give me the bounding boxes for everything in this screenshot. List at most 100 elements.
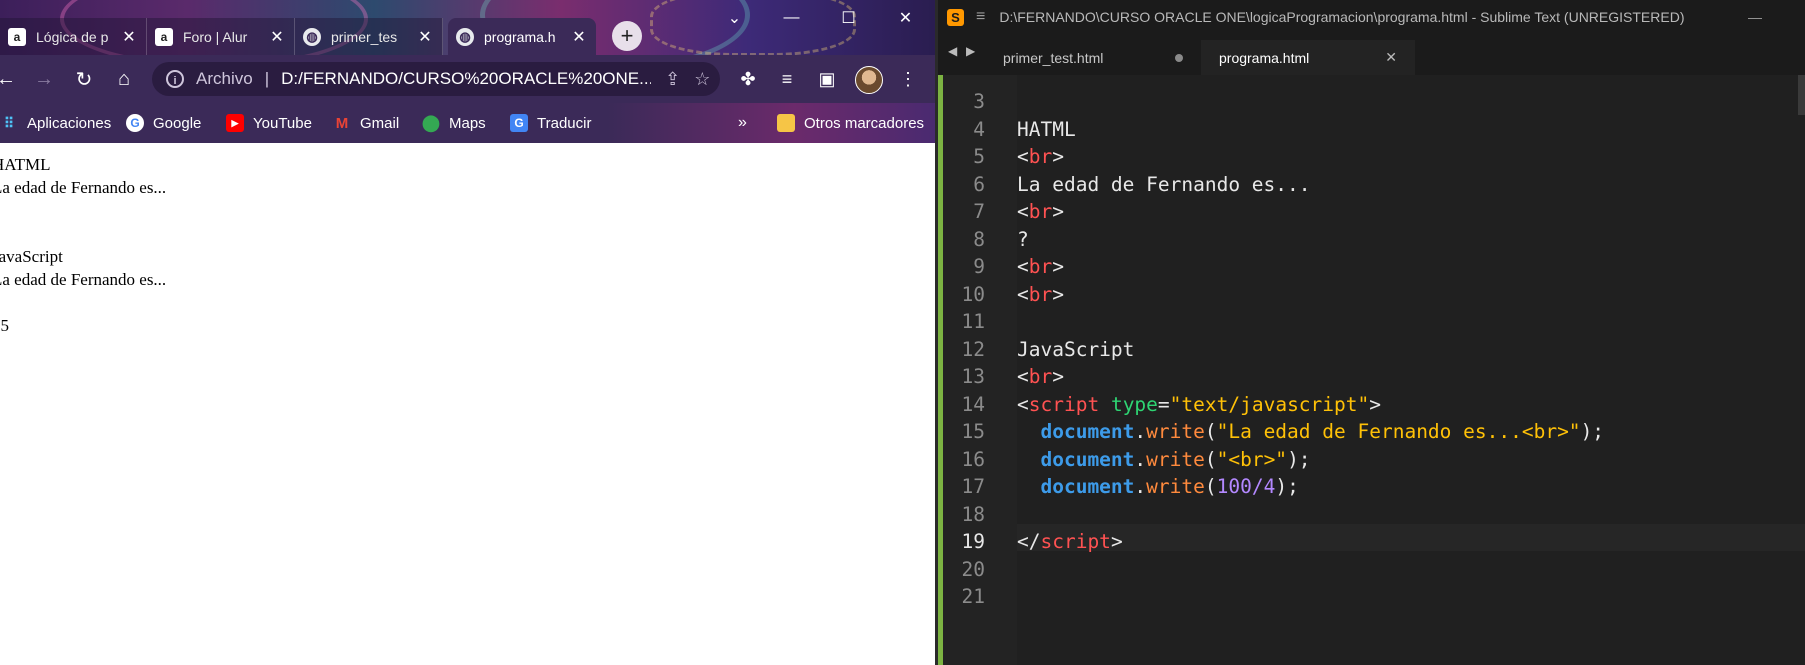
info-icon[interactable]: i [166,70,184,88]
bookmark-label: Gmail [360,114,400,132]
close-icon[interactable]: ✕ [268,27,286,47]
address-url[interactable]: D:/FERNANDO/CURSO%20ORACLE%20ONE... [281,69,651,89]
editor-tab-active[interactable]: programa.html ✕ [1201,40,1415,75]
editor-tab[interactable]: primer_test.html [985,40,1201,75]
code-line-current: </script> [1017,530,1123,553]
browser-tab[interactable]: a Lógica de p ✕ [0,18,147,55]
code-line: document.write(100/4); [1040,475,1299,498]
close-window-icon[interactable]: ✕ [877,0,934,35]
forward-arrow-icon[interactable]: → [30,65,58,93]
bookmark-maps[interactable]: ⬤ Maps [422,103,486,143]
bookmark-gmail[interactable]: M Gmail [333,103,399,143]
page-text-line: 25 [0,316,9,335]
bookmark-youtube[interactable]: ▶ YouTube [226,103,312,143]
address-scheme: Archivo [196,69,253,88]
editor-titlebar: S ≡ D:\FERNANDO\CURSO ORACLE ONE\logicaP… [938,0,1805,34]
code-string: "<br>" [1216,447,1288,471]
code-line: <br> [1017,255,1064,278]
page-text-line: HATML [0,155,51,174]
code-tag: br [1028,365,1053,388]
tab-scroll-right-icon[interactable]: ▶ [966,44,975,58]
unsaved-dot-icon[interactable] [1175,53,1183,62]
bookmark-label: YouTube [253,114,312,132]
page-text-line: La edad de Fernando es... [0,178,167,197]
cast-icon[interactable]: ▣ [814,66,840,92]
browser-tab[interactable]: ◍ primer_tes ✕ [295,18,443,55]
home-icon[interactable]: ⌂ [110,65,138,93]
code-line: <br> [1017,200,1064,223]
code-string: "La edad de Fernando es...<br>" [1216,420,1581,443]
bookmark-label: Google [153,114,202,132]
minimize-icon[interactable]: — [763,0,820,35]
line-number: 14 [961,392,985,416]
address-separator: | [264,69,270,88]
code-tag: br [1028,200,1053,223]
tab-title: Foro | Alur [183,28,248,45]
close-icon[interactable]: ✕ [416,27,434,47]
code-line: HATML [1017,116,1076,144]
line-number: 11 [961,310,985,333]
menu-dots-icon[interactable]: ⋮ [895,66,921,92]
bookmark-label: Traducir [537,114,592,132]
line-number-current: 19 [961,530,985,553]
apps-grid-icon: ⠿ [3,114,15,131]
reload-icon[interactable]: ↻ [70,65,98,93]
browser-window: a Lógica de p ✕ a Foro | Alur ✕ ◍ primer… [0,0,935,665]
bookmark-translate[interactable]: G Traducir [510,103,591,143]
line-number: 16 [961,447,985,471]
sublime-logo-icon: S [947,8,964,26]
line-number: 5 [973,145,985,168]
other-bookmarks[interactable]: Otros marcadores [777,103,924,143]
code-line: JavaScript [1017,336,1134,364]
browser-tab[interactable]: a Foro | Alur ✕ [147,18,295,55]
bookmark-google[interactable]: G Google [126,103,201,143]
extensions-icon[interactable]: ✤ [735,66,761,92]
page-content: HATML La edad de Fernando es... JavaScri… [0,143,935,665]
translate-icon: G [510,114,528,132]
alura-icon: a [8,27,26,46]
scrollbar[interactable] [1798,75,1805,115]
code-line: <script type="text/javascript"> [1017,392,1382,416]
new-tab-button[interactable]: + [612,21,642,51]
line-number: 15 [961,420,985,443]
close-icon[interactable]: ✕ [570,27,588,47]
media-queue-icon[interactable]: ≡ [774,66,800,92]
code-line: <br> [1017,282,1064,306]
close-icon[interactable]: ✕ [1385,49,1397,66]
code-function: write [1146,420,1205,443]
other-bookmarks-label: Otros marcadores [804,114,925,132]
bookmarks-overflow[interactable]: » [738,103,747,143]
tab-scroll-left-icon[interactable]: ◀ [948,44,957,58]
code-attribute: type [1110,392,1158,416]
hamburger-menu-icon[interactable]: ≡ [976,8,985,26]
tab-title: programa.h [484,28,556,45]
code-object: document [1040,447,1135,471]
globe-icon: ◍ [456,27,474,46]
tab-search-icon[interactable]: ⌄ [706,0,763,35]
maximize-icon[interactable]: ☐ [820,0,877,35]
globe-icon: ◍ [303,27,321,46]
gmail-icon: M [335,114,349,132]
code-function: write [1146,447,1205,471]
browser-tab-active[interactable]: ◍ programa.h ✕ [448,18,596,55]
bookmark-star-icon[interactable]: ☆ [694,69,710,90]
code-line: ? [1017,226,1029,254]
minimize-icon[interactable]: — [1738,0,1772,34]
line-number: 10 [961,282,985,306]
code-function: write [1146,475,1205,498]
bookmark-label: Aplicaciones [27,114,112,132]
line-number: 17 [961,475,985,498]
code-tag: br [1028,145,1053,168]
code-tag: script [1040,530,1111,553]
code-text: JavaScript [1017,337,1135,361]
code-tag: br [1028,255,1053,278]
address-bar[interactable]: i Archivo | D:/FERNANDO/CURSO%20ORACLE%2… [152,62,720,96]
folder-icon [777,114,795,132]
bookmark-apps[interactable]: ⠿ Aplicaciones [0,103,111,143]
page-text-line: JavaScript [0,247,63,266]
code-editor[interactable] [1017,75,1805,665]
close-icon[interactable]: ✕ [120,27,138,47]
back-arrow-icon[interactable]: ← [0,65,20,93]
share-icon[interactable]: ⇪ [665,69,680,90]
avatar[interactable] [855,66,883,94]
